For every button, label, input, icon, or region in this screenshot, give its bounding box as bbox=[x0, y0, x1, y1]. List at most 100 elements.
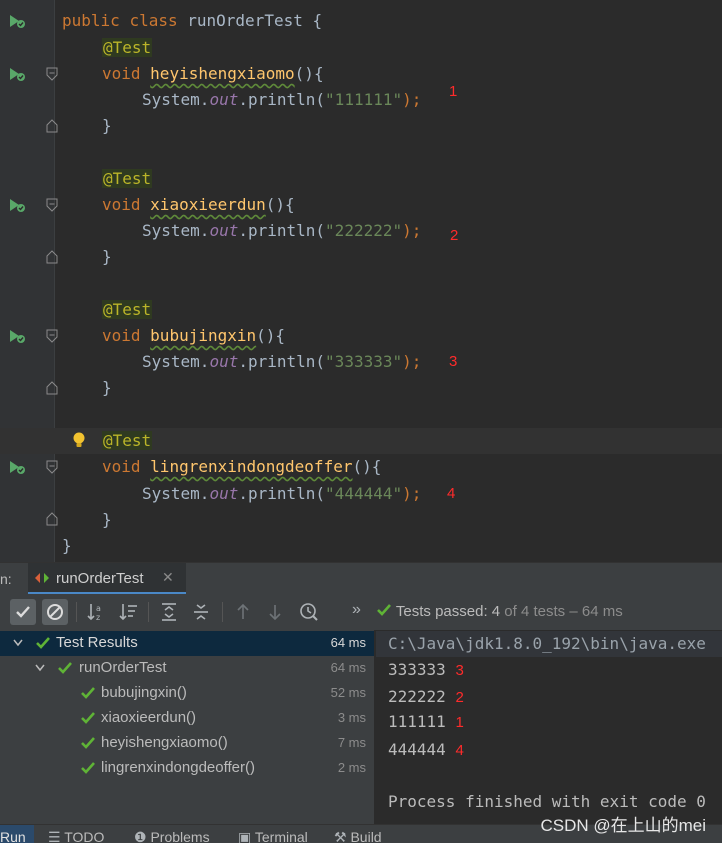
run-panel-prefix: n: bbox=[0, 571, 12, 587]
fold-close-icon[interactable] bbox=[46, 119, 58, 133]
collapse-all-button[interactable] bbox=[188, 599, 214, 625]
println-statement: System.out.println("444444"); bbox=[142, 484, 422, 503]
console-exit-line: Process finished with exit code 0 bbox=[388, 792, 706, 811]
tab-run-config[interactable]: runOrderTest ✕ bbox=[28, 563, 186, 595]
run-config-icon bbox=[35, 573, 49, 583]
run-test-icon[interactable] bbox=[8, 459, 26, 475]
run-tab-label: runOrderTest bbox=[56, 570, 144, 587]
show-ignored-button[interactable] bbox=[42, 599, 68, 625]
tab-build[interactable]: ⚒ Build bbox=[334, 829, 382, 843]
terminal-icon: ▣ bbox=[238, 829, 255, 843]
fold-open-icon[interactable] bbox=[46, 67, 58, 81]
run-test-icon[interactable] bbox=[8, 197, 26, 213]
annotation-mark: 2 bbox=[450, 227, 459, 244]
method-signature: void lingrenxindongdeoffer(){ bbox=[102, 457, 382, 476]
annotation-mark: 2 bbox=[455, 689, 464, 706]
toolbar-separator bbox=[148, 602, 149, 622]
overflow-chevron-icon[interactable]: » bbox=[352, 601, 361, 619]
tab-terminal[interactable]: ▣ Terminal bbox=[238, 829, 308, 843]
test-annotation: @Test bbox=[102, 431, 153, 450]
test-history-button[interactable] bbox=[296, 599, 322, 625]
info-icon: ❶ bbox=[134, 829, 151, 843]
pass-check-icon bbox=[36, 637, 50, 649]
chevron-down-icon[interactable] bbox=[35, 664, 45, 672]
test-annotation: @Test bbox=[102, 38, 153, 57]
close-tab-icon[interactable]: ✕ bbox=[162, 569, 174, 586]
arrow-up-icon bbox=[237, 603, 249, 619]
editor-gutter bbox=[0, 0, 54, 562]
sort-alphabetically-button[interactable]: az bbox=[84, 599, 110, 625]
annotation-mark: 4 bbox=[447, 485, 456, 502]
code-editor[interactable]: public class runOrderTest { @Test void h… bbox=[0, 0, 722, 562]
tree-row-test[interactable]: bubujingxin() 52 ms bbox=[0, 681, 374, 706]
check-icon bbox=[16, 606, 30, 618]
tab-run[interactable]: Run bbox=[0, 825, 34, 843]
fold-close-icon[interactable] bbox=[46, 250, 58, 264]
toolbar-separator bbox=[222, 602, 223, 622]
method-signature: void heyishengxiaomo(){ bbox=[102, 64, 324, 83]
annotation-mark: 1 bbox=[449, 83, 458, 100]
hammer-icon: ⚒ bbox=[334, 829, 351, 843]
console-line: 333333 3 bbox=[388, 660, 464, 679]
gutter-divider bbox=[54, 0, 55, 562]
show-passed-button[interactable] bbox=[10, 599, 36, 625]
test-results-tree[interactable]: Test Results 64 ms runOrderTest 64 ms bu… bbox=[0, 630, 374, 824]
run-tool-window-header: n: runOrderTest ✕ bbox=[0, 562, 722, 595]
tests-status: Tests passed: 4 of 4 tests – 64 ms bbox=[376, 603, 623, 620]
lightbulb-icon[interactable] bbox=[71, 431, 87, 449]
svg-text:a: a bbox=[96, 604, 101, 613]
println-statement: System.out.println("333333"); bbox=[142, 352, 422, 371]
svg-text:z: z bbox=[96, 613, 100, 622]
arrow-down-icon bbox=[269, 605, 281, 621]
next-failed-button[interactable] bbox=[262, 599, 288, 625]
annotation-mark: 3 bbox=[455, 662, 464, 679]
chevron-down-icon[interactable] bbox=[13, 639, 23, 647]
method-close-brace: } bbox=[102, 378, 112, 397]
method-signature: void xiaoxieerdun(){ bbox=[102, 195, 295, 214]
history-icon bbox=[300, 603, 318, 621]
sort-by-duration-button[interactable] bbox=[116, 599, 142, 625]
pass-check-icon bbox=[377, 604, 391, 616]
console-line: 444444 4 bbox=[388, 740, 464, 759]
console-line: 111111 1 bbox=[388, 712, 464, 731]
annotation-mark: 1 bbox=[455, 714, 464, 731]
pass-check-icon bbox=[81, 737, 95, 749]
method-close-brace: } bbox=[102, 116, 112, 135]
pass-check-icon bbox=[81, 712, 95, 724]
run-toolbar: az » Tests passed: 4 of 4 tests – 64 ms bbox=[0, 594, 722, 630]
run-test-icon[interactable] bbox=[8, 66, 26, 82]
console-line: 222222 2 bbox=[388, 687, 464, 706]
previous-failed-button[interactable] bbox=[230, 599, 256, 625]
tab-todo[interactable]: ☰ TODO bbox=[48, 829, 104, 843]
fold-close-icon[interactable] bbox=[46, 512, 58, 526]
console-output[interactable]: C:\Java\jdk1.8.0_192\bin\java.exe 333333… bbox=[376, 630, 722, 824]
tree-row-test[interactable]: lingrenxindongdeoffer() 2 ms bbox=[0, 756, 374, 781]
fold-open-icon[interactable] bbox=[46, 460, 58, 474]
tree-row-test[interactable]: xiaoxieerdun() 3 ms bbox=[0, 706, 374, 731]
run-test-icon[interactable] bbox=[8, 328, 26, 344]
tab-problems[interactable]: ❶ Problems bbox=[134, 829, 210, 843]
ignore-icon bbox=[47, 604, 63, 620]
annotation-mark: 4 bbox=[455, 742, 464, 759]
tree-row-test[interactable]: heyishengxiaomo() 7 ms bbox=[0, 731, 374, 756]
fold-close-icon[interactable] bbox=[46, 381, 58, 395]
console-command-line: C:\Java\jdk1.8.0_192\bin\java.exe bbox=[376, 631, 722, 657]
watermark: CSDN @在上山的mei bbox=[540, 816, 706, 835]
test-annotation: @Test bbox=[102, 169, 153, 188]
fold-open-icon[interactable] bbox=[46, 198, 58, 212]
pass-check-icon bbox=[81, 762, 95, 774]
class-declaration: public class runOrderTest { bbox=[62, 11, 323, 30]
method-signature: void bubujingxin(){ bbox=[102, 326, 286, 345]
sort-duration-icon bbox=[119, 604, 137, 621]
run-test-class-icon[interactable] bbox=[8, 13, 26, 29]
expand-all-icon bbox=[162, 603, 176, 621]
tree-row-test-results[interactable]: Test Results 64 ms bbox=[0, 631, 374, 656]
expand-all-button[interactable] bbox=[156, 599, 182, 625]
method-close-brace: } bbox=[102, 510, 112, 529]
toolbar-separator bbox=[76, 602, 77, 622]
fold-open-icon[interactable] bbox=[46, 329, 58, 343]
tree-row-class[interactable]: runOrderTest 64 ms bbox=[0, 656, 374, 681]
println-statement: System.out.println("222222"); bbox=[142, 221, 422, 240]
pass-check-icon bbox=[81, 687, 95, 699]
list-icon: ☰ bbox=[48, 829, 65, 843]
